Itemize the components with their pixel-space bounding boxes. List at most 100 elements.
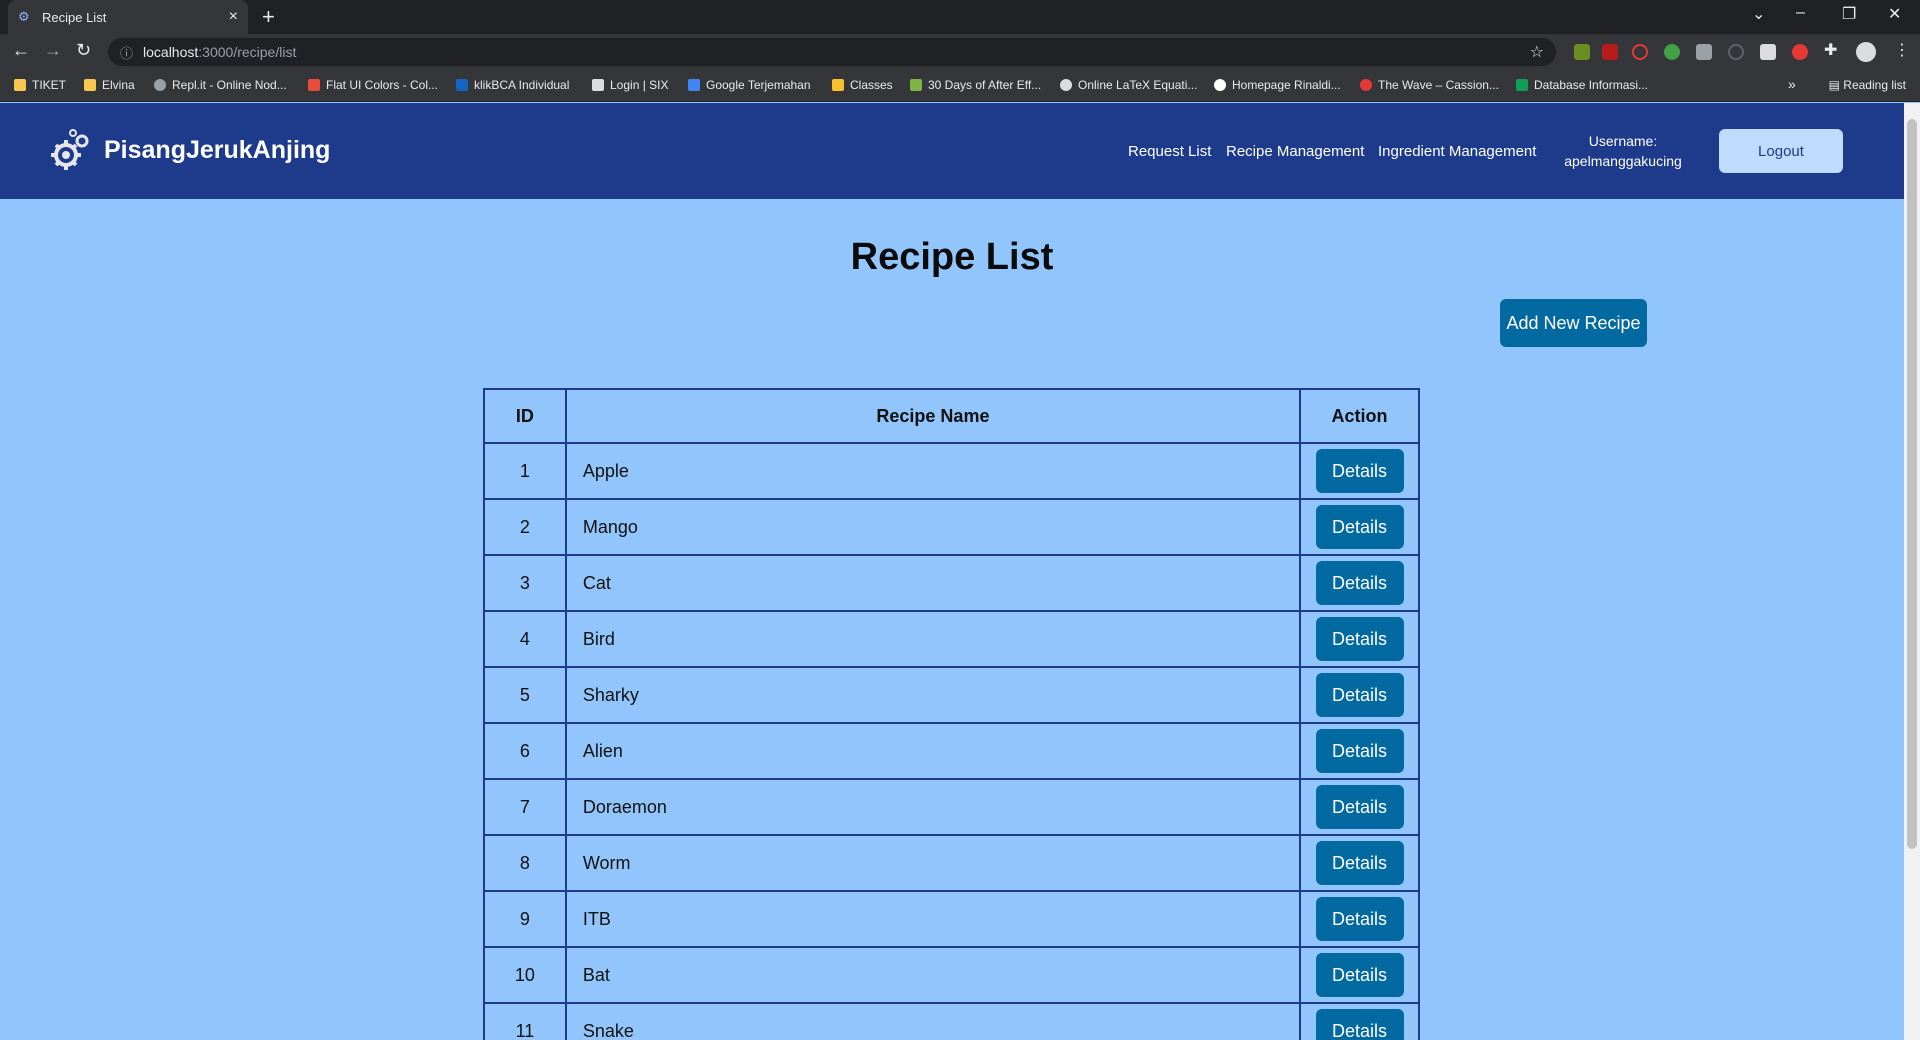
tab-search-icon[interactable]: ⌄ (1752, 4, 1765, 24)
tab-title: Recipe List (42, 9, 107, 25)
more-bookmarks-icon[interactable]: » (1788, 76, 1796, 92)
camera-icon[interactable] (1696, 44, 1712, 60)
ublock-icon[interactable] (1602, 44, 1618, 60)
cell-id: 4 (483, 610, 567, 668)
cell-action: Details (1299, 1002, 1420, 1040)
nav-ingredient-management[interactable]: Ingredient Management (1378, 143, 1536, 160)
table-row: 5 Sharky Details (483, 666, 1420, 724)
bookmark-item[interactable]: Login | SIX (592, 78, 669, 92)
bookmark-item[interactable]: Google Terjemahan (688, 78, 811, 92)
details-button[interactable]: Details (1315, 897, 1404, 941)
extension-icon[interactable] (1792, 44, 1808, 60)
cell-id: 5 (483, 666, 567, 724)
window-close-icon[interactable]: ✕ (1888, 4, 1901, 24)
bookmark-item[interactable]: klikBCA Individual (456, 78, 569, 92)
avatar[interactable] (1856, 42, 1876, 62)
details-button[interactable]: Details (1315, 505, 1404, 549)
cell-action: Details (1299, 554, 1420, 612)
table-row: 2 Mango Details (483, 498, 1420, 556)
bookmarks-bar: TIKET Elvina Repl.it - Online Nod... Fla… (0, 70, 1920, 102)
details-button[interactable]: Details (1315, 841, 1404, 885)
url-host: localhost (143, 44, 199, 60)
cell-action: Details (1299, 722, 1420, 780)
wave-icon (1360, 79, 1372, 91)
extension-icon[interactable] (1760, 44, 1776, 60)
nav-request-list[interactable]: Request List (1128, 143, 1211, 160)
cell-recipe-name: Bird (564, 610, 1302, 668)
scrollbar-thumb[interactable] (1907, 119, 1917, 849)
username-value: apelmanggakucing (1564, 153, 1682, 169)
cell-action: Details (1299, 778, 1420, 836)
extension-icon[interactable] (1574, 44, 1590, 60)
bookmark-item[interactable]: Database Informasi... (1516, 78, 1648, 92)
table-row: 8 Worm Details (483, 834, 1420, 892)
reading-list-button[interactable]: ▤ Reading list (1829, 78, 1906, 92)
restore-icon[interactable]: ❐ (1842, 4, 1856, 24)
menu-icon[interactable]: ⋮ (1894, 40, 1910, 60)
table-row: 1 Apple Details (483, 442, 1420, 500)
new-tab-icon[interactable]: + (262, 4, 275, 30)
cell-action: Details (1299, 666, 1420, 724)
globe-icon (1214, 79, 1226, 91)
url-path: :3000/recipe/list (198, 44, 297, 60)
bookmark-star-icon[interactable]: ☆ (1530, 42, 1544, 62)
cell-recipe-name: Worm (564, 834, 1302, 892)
classroom-icon (832, 79, 844, 91)
bookmark-item[interactable]: TIKET (14, 78, 66, 92)
column-header-recipe-name: Recipe Name (564, 388, 1302, 444)
cell-recipe-name: Bat (564, 946, 1302, 1004)
cell-id: 9 (483, 890, 567, 948)
cell-recipe-name: Apple (564, 442, 1302, 500)
cell-action: Details (1299, 890, 1420, 948)
user-info: Username: apelmanggakucing (1556, 131, 1690, 171)
browser-toolbar: ← → ↻ ⓘ localhost:3000/recipe/list ☆ ✚ ⋮ (0, 34, 1920, 70)
table-row: 6 Alien Details (483, 722, 1420, 780)
cell-recipe-name: Mango (564, 498, 1302, 556)
flatui-icon (308, 79, 320, 91)
bookmark-item[interactable]: Flat UI Colors - Col... (308, 78, 438, 92)
address-bar[interactable]: ⓘ localhost:3000/recipe/list ☆ (108, 38, 1556, 66)
site-info-icon[interactable]: ⓘ (120, 43, 133, 62)
cell-id: 8 (483, 834, 567, 892)
minimize-icon[interactable]: – (1796, 4, 1805, 22)
forward-icon[interactable]: → (44, 40, 62, 61)
close-tab-icon[interactable]: × (229, 8, 238, 26)
details-button[interactable]: Details (1315, 953, 1404, 997)
bookmark-item[interactable]: Online LaTeX Equati... (1060, 78, 1197, 92)
details-button[interactable]: Details (1315, 449, 1404, 493)
table-header-row: ID Recipe Name Action (483, 388, 1420, 444)
details-button[interactable]: Details (1315, 617, 1404, 661)
bookmark-item[interactable]: Repl.it - Online Nod... (154, 78, 287, 92)
logout-button[interactable]: Logout (1719, 129, 1843, 173)
extension-icon[interactable] (1664, 44, 1680, 60)
nav-recipe-management[interactable]: Recipe Management (1226, 143, 1364, 160)
page-scrollbar[interactable] (1904, 103, 1920, 1040)
browser-tab[interactable]: ⚙ Recipe List × (8, 0, 248, 34)
cell-id: 10 (483, 946, 567, 1004)
username-label: Username: (1588, 133, 1658, 149)
table-row: 4 Bird Details (483, 610, 1420, 668)
opera-icon[interactable] (1632, 44, 1648, 60)
brand[interactable]: PisangJerukAnjing (48, 127, 330, 173)
extension-icon[interactable] (1728, 44, 1744, 60)
cell-recipe-name: Doraemon (564, 778, 1302, 836)
bookmark-item[interactable]: 30 Days of After Eff... (910, 78, 1041, 92)
add-new-recipe-button[interactable]: Add New Recipe (1500, 299, 1647, 347)
details-button[interactable]: Details (1315, 673, 1404, 717)
cell-action: Details (1299, 498, 1420, 556)
cell-action: Details (1299, 442, 1420, 500)
bookmark-item[interactable]: The Wave – Cassion... (1360, 78, 1499, 92)
back-icon[interactable]: ← (12, 40, 30, 61)
bookmark-item[interactable]: Elvina (84, 78, 135, 92)
cell-id: 3 (483, 554, 567, 612)
puzzle-extensions-icon[interactable]: ✚ (1824, 40, 1837, 60)
cell-action: Details (1299, 610, 1420, 668)
bookmark-item[interactable]: Homepage Rinaldi... (1214, 78, 1341, 92)
bookmark-item[interactable]: Classes (832, 78, 893, 92)
details-button[interactable]: Details (1315, 561, 1404, 605)
details-button[interactable]: Details (1315, 729, 1404, 773)
cell-action: Details (1299, 834, 1420, 892)
details-button[interactable]: Details (1315, 785, 1404, 829)
reload-icon[interactable]: ↻ (76, 40, 91, 61)
details-button[interactable]: Details (1315, 1009, 1404, 1040)
